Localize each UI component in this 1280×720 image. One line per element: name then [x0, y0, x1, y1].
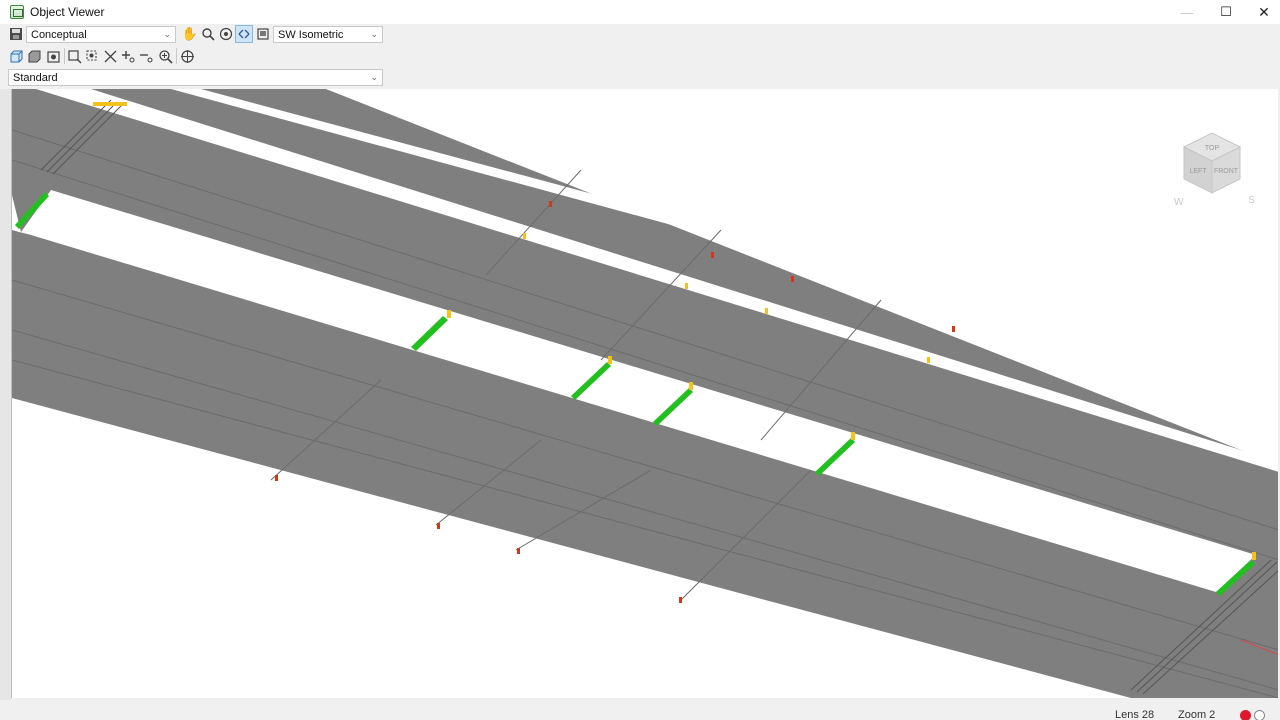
view-preset-icon[interactable]: [254, 25, 272, 43]
viewcube-front-label: FRONT: [1214, 168, 1239, 175]
free-orbit-icon[interactable]: [235, 25, 253, 43]
steering-wheel-icon[interactable]: [178, 47, 196, 65]
chevron-down-icon: ⌄: [370, 29, 378, 39]
chevron-down-icon: ⌄: [370, 72, 378, 82]
minimize-icon[interactable]: —: [1168, 0, 1206, 24]
zoom-readout: Zoom 2: [1178, 709, 1216, 720]
zoom-out-icon[interactable]: [137, 47, 155, 65]
zoom-window-icon[interactable]: [65, 47, 83, 65]
toolbar-separator: [176, 48, 177, 64]
toolbar-row-2: [0, 45, 1280, 67]
zoom-realtime-icon[interactable]: [156, 47, 174, 65]
viewcube[interactable]: TOP LEFT FRONT W S: [1162, 125, 1262, 215]
view-preset-dropdown[interactable]: SW Isometric ⌄: [273, 26, 383, 43]
save-icon[interactable]: [7, 25, 25, 43]
viewcube-left-label: LEFT: [1189, 168, 1207, 175]
view-box-shaded-icon[interactable]: [25, 47, 43, 65]
stop-indicator-icon[interactable]: [1254, 710, 1265, 720]
pan-icon[interactable]: ✋: [181, 25, 199, 43]
title-bar: Object Viewer — ☐ ✕: [0, 0, 1280, 24]
display-mode-dropdown[interactable]: Standard ⌄: [8, 69, 383, 86]
visual-style-dropdown[interactable]: Conceptual ⌄: [26, 26, 176, 43]
object-viewer-app-icon: [10, 5, 24, 19]
status-bar: Lens 28 Zoom 2: [0, 700, 1280, 720]
record-indicator-icon[interactable]: [1240, 710, 1251, 720]
chevron-down-icon: ⌄: [163, 29, 171, 39]
orbit-icon[interactable]: [217, 25, 235, 43]
3d-viewport[interactable]: TOP LEFT FRONT W S: [11, 89, 1278, 698]
window-title: Object Viewer: [30, 5, 105, 19]
background-app-strip: [0, 89, 11, 700]
camera-icon[interactable]: [44, 47, 62, 65]
maximize-icon[interactable]: ☐: [1207, 0, 1245, 24]
lens-readout: Lens 28: [1115, 709, 1155, 720]
compass-south-label[interactable]: S: [1248, 195, 1255, 206]
close-icon[interactable]: ✕: [1245, 0, 1280, 24]
zoom-in-icon[interactable]: [119, 47, 137, 65]
zoom-object-icon[interactable]: [83, 47, 101, 65]
zoom-icon[interactable]: [199, 25, 217, 43]
viewcube-top-label: TOP: [1205, 145, 1220, 152]
display-mode-value: Standard: [13, 71, 58, 84]
visual-style-value: Conceptual: [31, 28, 87, 41]
road-model-scene[interactable]: [12, 89, 1278, 698]
zoom-extents-icon[interactable]: [101, 47, 119, 65]
toolbar-row-1: Conceptual ⌄ ✋ SW Isometric ⌄: [0, 24, 1280, 44]
view-box-icon[interactable]: [7, 47, 25, 65]
view-preset-value: SW Isometric: [278, 28, 344, 41]
compass-west-label[interactable]: W: [1174, 197, 1184, 208]
toolbar-row-3: Standard ⌄: [0, 68, 1280, 88]
